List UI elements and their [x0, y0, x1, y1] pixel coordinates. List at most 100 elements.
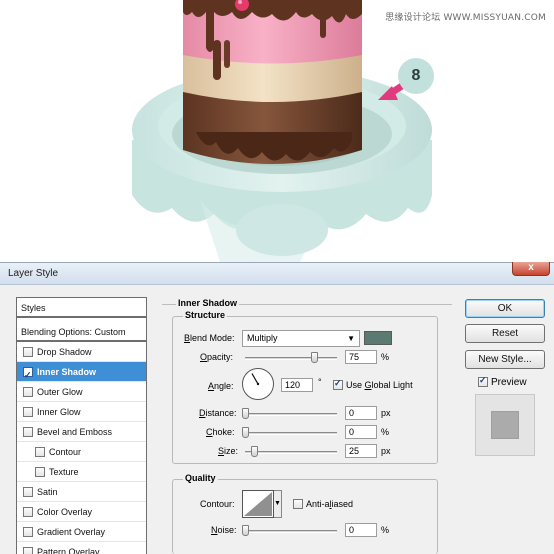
style-item-checkbox[interactable] [23, 487, 33, 497]
inner-shadow-section-header: Inner Shadow [162, 298, 452, 310]
new-style-button[interactable]: New Style... [465, 350, 545, 369]
choke-slider-thumb[interactable] [242, 427, 249, 438]
style-item-label: Bevel and Emboss [37, 427, 113, 437]
style-item-label: Pattern Overlay [37, 547, 100, 554]
blending-options-item[interactable]: Blending Options: Custom [17, 322, 146, 342]
distance-unit: px [381, 408, 391, 418]
style-item[interactable]: Inner Glow [17, 402, 146, 422]
style-item-checkbox[interactable] [23, 407, 33, 417]
size-label: Size: [218, 446, 239, 456]
step-number-badge: 8 [398, 58, 434, 94]
distance-input[interactable]: 0 [345, 406, 377, 420]
chevron-down-icon: ▼ [347, 334, 355, 343]
noise-label: Noise: [211, 525, 237, 535]
style-item-label: Drop Shadow [37, 347, 92, 357]
blend-mode-value: Multiply [247, 333, 278, 343]
structure-title: Structure [183, 310, 228, 320]
noise-slider-track[interactable] [245, 530, 337, 533]
style-item[interactable]: Color Overlay [17, 502, 146, 522]
close-button[interactable]: x [512, 262, 550, 276]
choke-label: Choke: [206, 427, 235, 437]
use-global-light-label: Use Global Light [346, 380, 413, 390]
choke-slider-track[interactable] [245, 432, 337, 435]
cake-stand-artwork [132, 0, 432, 262]
style-item-label: Satin [37, 487, 58, 497]
chevron-down-icon: ▼ [274, 500, 281, 507]
size-slider-track[interactable] [245, 451, 337, 454]
styles-header-label: Styles [21, 303, 46, 313]
opacity-slider-thumb[interactable] [311, 352, 318, 363]
style-item[interactable]: Texture [17, 462, 146, 482]
style-item-checkbox[interactable] [23, 547, 33, 554]
distance-label: Distance: [199, 408, 237, 418]
style-item[interactable]: Bevel and Emboss [17, 422, 146, 442]
preview-label: Preview [491, 377, 527, 388]
style-item-checkbox[interactable] [23, 365, 33, 385]
style-item-label: Gradient Overlay [37, 527, 106, 537]
contour-label: Contour: [200, 499, 235, 509]
style-item-label: Contour [49, 447, 82, 457]
ok-button[interactable]: OK [465, 299, 545, 318]
style-item-checkbox[interactable] [23, 347, 33, 357]
inner-shadow-title: Inner Shadow [176, 298, 240, 308]
quality-title: Quality [183, 473, 218, 483]
dialog-titlebar[interactable]: Layer Style x [0, 262, 554, 285]
noise-slider-thumb[interactable] [242, 525, 249, 536]
angle-dial-needle-icon [251, 373, 260, 386]
style-item[interactable]: Pattern Overlay [17, 542, 146, 554]
size-unit: px [381, 446, 391, 456]
noise-unit: % [381, 525, 390, 535]
size-input[interactable]: 25 [345, 444, 377, 458]
style-item[interactable]: Outer Glow [17, 382, 146, 402]
contour-dropdown-button[interactable]: ▼ [274, 490, 282, 518]
styles-header[interactable]: Styles [17, 298, 146, 318]
anti-aliased-checkbox[interactable] [293, 499, 303, 509]
style-item-checkbox[interactable] [35, 447, 45, 457]
close-icon: x [528, 262, 534, 273]
dialog-title: Layer Style [8, 268, 59, 279]
style-item[interactable]: Contour [17, 442, 146, 462]
style-item-checkbox[interactable] [35, 467, 45, 477]
blend-mode-label: Blend Mode: [184, 333, 235, 343]
opacity-unit: % [381, 352, 390, 362]
style-item[interactable]: Inner Shadow [17, 362, 146, 385]
angle-input[interactable]: 120 [281, 378, 313, 392]
contour-preview[interactable] [242, 490, 274, 518]
style-preview-swatch [491, 411, 519, 439]
style-item[interactable]: Gradient Overlay [17, 522, 146, 542]
noise-input[interactable]: 0 [345, 523, 377, 537]
cake-illustration: 思缘设计论坛 WWW.MISSYUAN.COM 8 [0, 0, 554, 262]
preview-checkbox[interactable] [478, 375, 488, 387]
quality-group: Quality [172, 473, 438, 554]
use-global-light-checkbox[interactable] [333, 378, 343, 390]
style-item[interactable]: Satin [17, 482, 146, 502]
style-item-checkbox[interactable] [23, 427, 33, 437]
style-preview-thumbnail [475, 394, 535, 456]
opacity-input[interactable]: 75 [345, 350, 377, 364]
reset-button[interactable]: Reset [465, 324, 545, 343]
blend-mode-select[interactable]: Multiply ▼ [242, 330, 360, 347]
opacity-slider-track[interactable] [245, 357, 337, 360]
opacity-label: Opacity: [200, 352, 234, 362]
shadow-color-swatch[interactable] [364, 331, 392, 345]
size-slider-thumb[interactable] [251, 446, 259, 457]
distance-slider-track[interactable] [245, 413, 337, 416]
style-item-checkbox[interactable] [23, 527, 33, 537]
styles-list-panel: Styles Blending Options: Custom Drop Sha… [16, 297, 147, 554]
style-item-checkbox[interactable] [23, 387, 33, 397]
style-item-label: Inner Shadow [37, 367, 97, 377]
distance-slider-thumb[interactable] [242, 408, 249, 419]
style-item-label: Color Overlay [37, 507, 93, 517]
blending-options-label: Blending Options: Custom [21, 327, 126, 337]
watermark: 思缘设计论坛 WWW.MISSYUAN.COM [385, 13, 546, 23]
choke-input[interactable]: 0 [345, 425, 377, 439]
angle-unit: ° [318, 377, 322, 387]
anti-aliased-label: Anti-aliased [306, 499, 354, 509]
angle-label: Angle: [208, 381, 234, 391]
style-item-checkbox[interactable] [23, 507, 33, 517]
contour-curve-icon [244, 492, 272, 516]
choke-unit: % [381, 427, 390, 437]
angle-dial[interactable] [242, 368, 274, 400]
style-item[interactable]: Drop Shadow [17, 342, 146, 362]
style-item-label: Inner Glow [37, 407, 81, 417]
